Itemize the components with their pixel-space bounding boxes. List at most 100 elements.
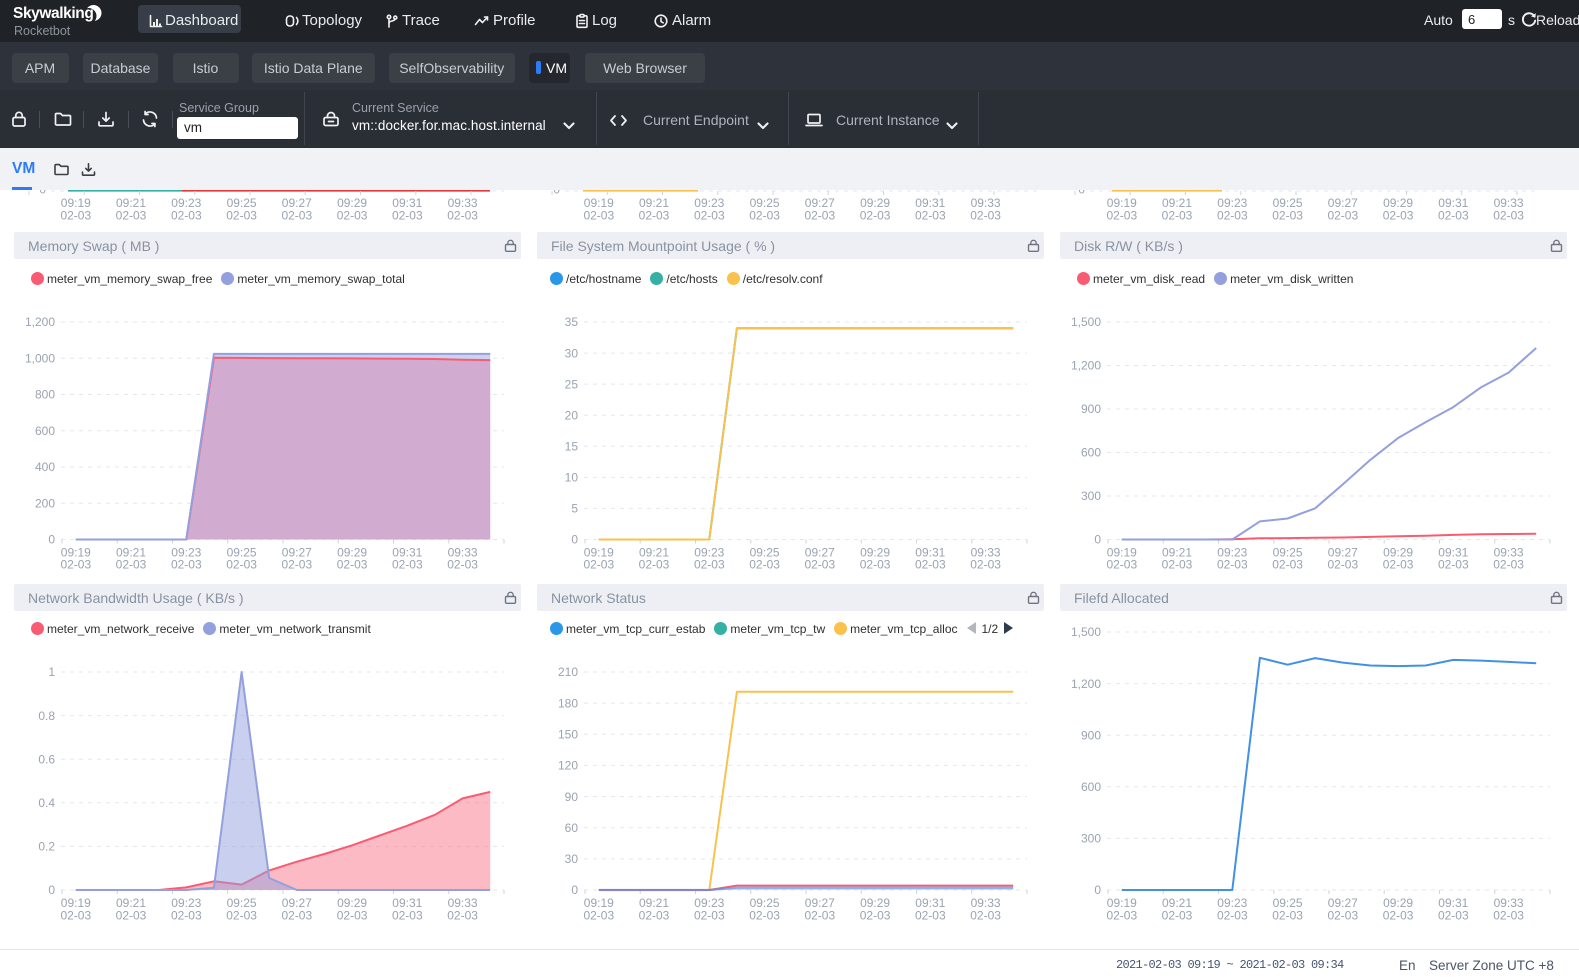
svg-text:02-03: 02-03 bbox=[60, 909, 91, 923]
svg-text:0: 0 bbox=[48, 533, 55, 547]
svg-text:30: 30 bbox=[565, 346, 579, 360]
svg-text:02-03: 02-03 bbox=[694, 909, 725, 923]
svg-text:02-03: 02-03 bbox=[392, 209, 423, 223]
svg-text:02-03: 02-03 bbox=[171, 558, 202, 572]
svg-text:1,000: 1,000 bbox=[25, 351, 55, 365]
svg-text:02-03: 02-03 bbox=[337, 558, 368, 572]
svg-text:0.6: 0.6 bbox=[38, 752, 55, 766]
svg-text:02-03: 02-03 bbox=[1493, 558, 1524, 572]
svg-text:0: 0 bbox=[571, 883, 578, 897]
svg-text:02-03: 02-03 bbox=[583, 909, 614, 923]
svg-text:0: 0 bbox=[571, 533, 578, 547]
svg-text:02-03: 02-03 bbox=[1217, 909, 1248, 923]
svg-text:02-03: 02-03 bbox=[639, 909, 670, 923]
svg-text:10: 10 bbox=[565, 471, 579, 485]
svg-text:02-03: 02-03 bbox=[860, 209, 891, 223]
svg-text:0: 0 bbox=[1094, 533, 1101, 547]
svg-text:900: 900 bbox=[1081, 728, 1101, 742]
svg-text:02-03: 02-03 bbox=[1272, 909, 1303, 923]
svg-text:02-03: 02-03 bbox=[804, 909, 835, 923]
svg-text:02-03: 02-03 bbox=[1272, 558, 1303, 572]
svg-text:1: 1 bbox=[48, 665, 55, 679]
svg-text:02-03: 02-03 bbox=[915, 209, 946, 223]
svg-text:02-03: 02-03 bbox=[1438, 209, 1469, 223]
svg-text:02-03: 02-03 bbox=[970, 909, 1001, 923]
svg-text:02-03: 02-03 bbox=[281, 209, 312, 223]
svg-text:02-03: 02-03 bbox=[1217, 209, 1248, 223]
svg-text:15: 15 bbox=[565, 440, 579, 454]
svg-text:0.2: 0.2 bbox=[38, 840, 55, 854]
svg-text:35: 35 bbox=[565, 315, 579, 329]
svg-text:02-03: 02-03 bbox=[749, 909, 780, 923]
svg-text:02-03: 02-03 bbox=[1327, 209, 1358, 223]
svg-text:02-03: 02-03 bbox=[392, 558, 423, 572]
svg-text:02-03: 02-03 bbox=[1438, 558, 1469, 572]
svg-text:02-03: 02-03 bbox=[1106, 909, 1137, 923]
svg-text:02-03: 02-03 bbox=[694, 558, 725, 572]
svg-text:02-03: 02-03 bbox=[116, 558, 147, 572]
svg-text:1,200: 1,200 bbox=[1071, 677, 1101, 691]
svg-text:180: 180 bbox=[558, 696, 578, 710]
svg-text:02-03: 02-03 bbox=[1493, 909, 1524, 923]
svg-text:0: 0 bbox=[39, 190, 46, 196]
svg-text:02-03: 02-03 bbox=[1162, 558, 1193, 572]
svg-text:02-03: 02-03 bbox=[171, 209, 202, 223]
svg-text:02-03: 02-03 bbox=[1162, 209, 1193, 223]
svg-text:200: 200 bbox=[35, 496, 55, 510]
svg-text:30: 30 bbox=[565, 852, 579, 866]
svg-text:02-03: 02-03 bbox=[171, 909, 202, 923]
svg-text:02-03: 02-03 bbox=[694, 209, 725, 223]
svg-text:02-03: 02-03 bbox=[116, 909, 147, 923]
svg-text:0: 0 bbox=[1094, 883, 1101, 897]
svg-text:02-03: 02-03 bbox=[447, 209, 478, 223]
svg-text:02-03: 02-03 bbox=[749, 209, 780, 223]
svg-text:02-03: 02-03 bbox=[915, 558, 946, 572]
svg-text:02-03: 02-03 bbox=[804, 209, 835, 223]
svg-text:0.4: 0.4 bbox=[38, 796, 55, 810]
svg-text:02-03: 02-03 bbox=[970, 558, 1001, 572]
svg-text:02-03: 02-03 bbox=[915, 909, 946, 923]
svg-text:02-03: 02-03 bbox=[1272, 209, 1303, 223]
svg-text:0.8: 0.8 bbox=[38, 709, 55, 723]
svg-text:02-03: 02-03 bbox=[281, 558, 312, 572]
svg-text:800: 800 bbox=[35, 388, 55, 402]
svg-text:120: 120 bbox=[558, 759, 578, 773]
svg-text:1,500: 1,500 bbox=[1071, 315, 1101, 329]
svg-text:02-03: 02-03 bbox=[639, 558, 670, 572]
svg-text:02-03: 02-03 bbox=[1106, 558, 1137, 572]
svg-text:600: 600 bbox=[35, 424, 55, 438]
svg-text:600: 600 bbox=[1081, 446, 1101, 460]
svg-text:02-03: 02-03 bbox=[1327, 558, 1358, 572]
svg-text:02-03: 02-03 bbox=[60, 209, 91, 223]
svg-text:5: 5 bbox=[571, 502, 578, 516]
svg-text:400: 400 bbox=[35, 460, 55, 474]
svg-text:150: 150 bbox=[558, 728, 578, 742]
svg-text:02-03: 02-03 bbox=[860, 558, 891, 572]
svg-text:0: 0 bbox=[1078, 190, 1085, 196]
svg-text:02-03: 02-03 bbox=[1438, 909, 1469, 923]
svg-text:02-03: 02-03 bbox=[860, 909, 891, 923]
svg-text:02-03: 02-03 bbox=[749, 558, 780, 572]
svg-text:02-03: 02-03 bbox=[1383, 209, 1414, 223]
svg-text:02-03: 02-03 bbox=[226, 209, 257, 223]
svg-text:02-03: 02-03 bbox=[281, 909, 312, 923]
svg-text:02-03: 02-03 bbox=[1106, 209, 1137, 223]
svg-text:25: 25 bbox=[565, 377, 579, 391]
svg-text:02-03: 02-03 bbox=[1217, 558, 1248, 572]
svg-text:210: 210 bbox=[558, 665, 578, 679]
svg-text:90: 90 bbox=[565, 790, 579, 804]
svg-text:02-03: 02-03 bbox=[447, 558, 478, 572]
svg-text:02-03: 02-03 bbox=[1383, 558, 1414, 572]
svg-text:300: 300 bbox=[1081, 832, 1101, 846]
svg-text:0: 0 bbox=[48, 883, 55, 897]
svg-text:02-03: 02-03 bbox=[804, 558, 835, 572]
svg-text:02-03: 02-03 bbox=[226, 909, 257, 923]
svg-text:02-03: 02-03 bbox=[1162, 909, 1193, 923]
svg-text:02-03: 02-03 bbox=[1383, 909, 1414, 923]
svg-text:02-03: 02-03 bbox=[337, 209, 368, 223]
svg-text:60: 60 bbox=[565, 821, 579, 835]
svg-text:02-03: 02-03 bbox=[1493, 209, 1524, 223]
svg-text:02-03: 02-03 bbox=[583, 209, 614, 223]
svg-text:02-03: 02-03 bbox=[337, 909, 368, 923]
svg-text:600: 600 bbox=[1081, 780, 1101, 794]
